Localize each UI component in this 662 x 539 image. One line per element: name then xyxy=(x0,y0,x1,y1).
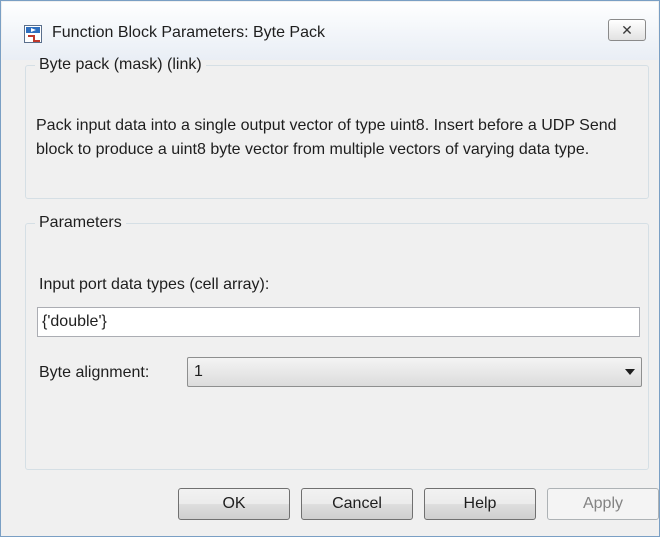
dialog-window: Function Block Parameters: Byte Pack ✕ B… xyxy=(0,0,660,537)
title-bar[interactable]: Function Block Parameters: Byte Pack ✕ xyxy=(2,2,658,60)
byte-alignment-value: 1 xyxy=(194,363,203,380)
byte-alignment-label: Byte alignment: xyxy=(39,364,150,381)
window-title: Function Block Parameters: Byte Pack xyxy=(52,24,325,41)
description-group: Byte pack (mask) (link) Pack input data … xyxy=(25,56,649,199)
parameters-group: Parameters Input port data types (cell a… xyxy=(25,214,649,470)
input-types-field[interactable] xyxy=(37,307,640,337)
chevron-down-icon xyxy=(625,369,635,375)
apply-button[interactable]: Apply xyxy=(547,488,659,520)
close-button[interactable]: ✕ xyxy=(608,19,646,41)
input-types-label: Input port data types (cell array): xyxy=(39,276,270,293)
help-button[interactable]: Help xyxy=(424,488,536,520)
ok-button[interactable]: OK xyxy=(178,488,290,520)
description-text: Pack input data into a single output vec… xyxy=(36,117,617,158)
byte-alignment-select[interactable]: 1 xyxy=(187,357,642,387)
simulink-block-icon xyxy=(24,25,42,43)
cancel-button[interactable]: Cancel xyxy=(301,488,413,520)
description-legend: Byte pack (mask) (link) xyxy=(39,56,202,73)
close-icon: ✕ xyxy=(621,22,633,38)
parameters-legend: Parameters xyxy=(39,214,122,231)
